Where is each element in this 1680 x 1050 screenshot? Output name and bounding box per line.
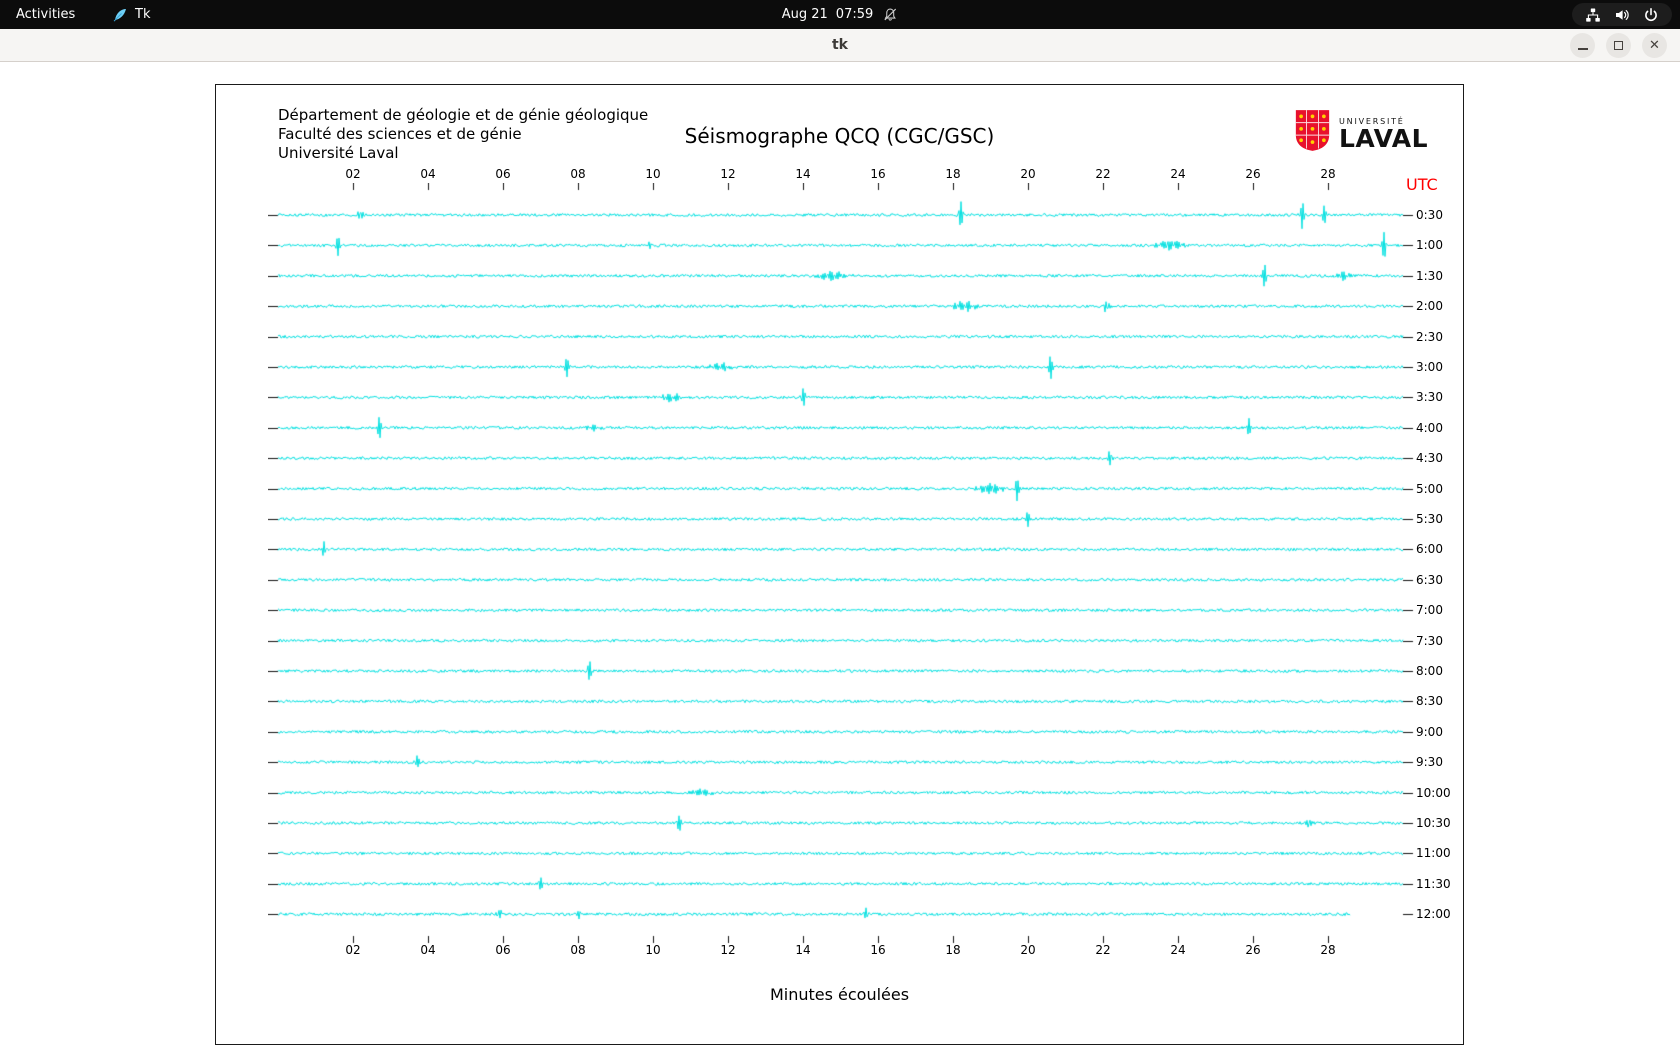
x-tick-label-bottom: 28 bbox=[1320, 943, 1336, 957]
maximize-icon bbox=[1614, 41, 1623, 50]
x-tick-label-bottom: 24 bbox=[1170, 943, 1186, 957]
power-icon bbox=[1643, 7, 1659, 23]
title-bar[interactable]: tk ✕ bbox=[0, 29, 1680, 62]
network-icon bbox=[1585, 7, 1601, 23]
org-line-1: Département de géologie et de génie géol… bbox=[278, 106, 649, 124]
clock-button[interactable]: Aug 21 07:59 bbox=[782, 7, 899, 23]
trace-time-label: 2:30 bbox=[1416, 329, 1443, 344]
x-axis-title: Minutes écoulées bbox=[769, 985, 910, 1004]
x-tick-label-top: 12 bbox=[720, 167, 736, 181]
x-tick-label-bottom: 20 bbox=[1020, 943, 1036, 957]
tk-app-indicator-label: Tk bbox=[135, 7, 151, 22]
trace-time-label: 1:00 bbox=[1416, 238, 1443, 253]
tk-feather-icon bbox=[112, 7, 128, 23]
clock-date: Aug 21 bbox=[781, 7, 828, 22]
maximize-button[interactable] bbox=[1606, 33, 1631, 58]
seismograph-canvas bbox=[268, 183, 1424, 955]
minimize-button[interactable] bbox=[1570, 33, 1595, 58]
trace-time-label: 11:00 bbox=[1416, 846, 1451, 861]
notifications-disabled-icon bbox=[882, 7, 898, 23]
x-tick-label-top: 06 bbox=[495, 167, 511, 181]
x-tick-label-top: 10 bbox=[645, 167, 661, 181]
x-tick-label-bottom: 06 bbox=[495, 943, 511, 957]
x-tick-label-bottom: 16 bbox=[870, 943, 886, 957]
trace-time-label: 8:30 bbox=[1416, 694, 1443, 709]
utc-row-labels: 0:30 1:00 1:30 2:00 2:30 3:00 3:30 4:00 4:30 5:00… bbox=[1416, 85, 1471, 1044]
trace-time-label: 3:30 bbox=[1416, 390, 1443, 405]
x-axis-bottom-labels: 02 04 06 08 10 12 14 16 18 20 22 24 26 28 bbox=[216, 943, 1463, 957]
seismograph-panel: Département de géologie et de génie géol… bbox=[215, 84, 1464, 1045]
screen: { "top_bar": { "activities_label": "Acti… bbox=[0, 0, 1680, 1050]
trace-time-label: 8:00 bbox=[1416, 664, 1443, 678]
trace-time-label: 12:00 bbox=[1416, 907, 1451, 922]
trace-time-label: 6:00 bbox=[1416, 542, 1443, 557]
universite-laval-logo: UNIVERSITÉ LAVAL bbox=[1294, 108, 1428, 157]
x-tick-label-bottom: 22 bbox=[1095, 943, 1111, 957]
trace-time-label: 9:00 bbox=[1416, 724, 1443, 739]
window-title: tk bbox=[831, 37, 848, 53]
x-tick-label-top: 26 bbox=[1245, 167, 1261, 181]
x-tick-label-top: 18 bbox=[945, 167, 961, 181]
x-tick-label-top: 22 bbox=[1095, 167, 1111, 181]
x-tick-label-bottom: 10 bbox=[645, 943, 661, 957]
x-tick-label-top: 16 bbox=[870, 167, 886, 181]
x-tick-label-top: 20 bbox=[1020, 167, 1036, 181]
x-tick-label-bottom: 26 bbox=[1245, 943, 1261, 957]
top-bar: Activities Tk Aug 21 07:59 bbox=[0, 0, 1680, 29]
x-tick-label-top: 28 bbox=[1320, 167, 1336, 181]
system-status-area[interactable] bbox=[1572, 3, 1672, 26]
x-tick-label-top: 02 bbox=[345, 167, 361, 181]
trace-time-label: 5:30 bbox=[1416, 512, 1443, 526]
x-tick-label-top: 24 bbox=[1170, 167, 1186, 181]
trace-time-label: 4:30 bbox=[1416, 451, 1443, 466]
trace-time-label: 10:30 bbox=[1416, 816, 1451, 830]
x-tick-label-top: 14 bbox=[795, 167, 811, 181]
x-tick-label-bottom: 12 bbox=[720, 943, 736, 957]
activities-button[interactable]: Activities bbox=[16, 7, 75, 22]
x-tick-label-top: 08 bbox=[570, 167, 586, 181]
trace-time-label: 7:00 bbox=[1416, 603, 1443, 618]
trace-time-label: 11:30 bbox=[1416, 876, 1451, 891]
trace-time-label: 10:00 bbox=[1416, 785, 1451, 800]
trace-time-label: 9:30 bbox=[1416, 755, 1443, 770]
close-button[interactable]: ✕ bbox=[1642, 33, 1667, 58]
x-tick-label-bottom: 14 bbox=[795, 943, 811, 957]
trace-time-label: 3:00 bbox=[1416, 360, 1443, 374]
clock-time: 07:59 bbox=[835, 7, 874, 22]
trace-time-label: 6:30 bbox=[1416, 572, 1443, 587]
x-tick-label-top: 04 bbox=[420, 167, 436, 181]
trace-time-label: 4:00 bbox=[1416, 420, 1443, 435]
trace-time-label: 5:00 bbox=[1416, 481, 1443, 496]
x-tick-label-bottom: 08 bbox=[570, 943, 586, 957]
x-tick-label-bottom: 18 bbox=[945, 943, 961, 957]
trace-time-label: 2:00 bbox=[1416, 299, 1443, 314]
trace-time-label: 0:30 bbox=[1416, 208, 1443, 222]
trace-time-label: 1:30 bbox=[1416, 268, 1443, 283]
x-tick-label-bottom: 04 bbox=[420, 943, 436, 957]
logo-laval-text: LAVAL bbox=[1339, 124, 1429, 153]
x-tick-label-bottom: 02 bbox=[345, 943, 361, 957]
close-icon: ✕ bbox=[1649, 38, 1660, 53]
tk-app-indicator[interactable]: Tk bbox=[112, 7, 150, 23]
x-axis-top-labels: 02 04 06 08 10 12 14 16 18 20 22 24 26 28 bbox=[216, 167, 1463, 181]
window-controls: ✕ bbox=[1570, 33, 1667, 58]
laval-shield-icon bbox=[1294, 108, 1331, 157]
minimize-icon bbox=[1577, 47, 1588, 50]
volume-icon bbox=[1614, 7, 1630, 23]
page-title: Séismographe QCQ (CGC/GSC) bbox=[684, 124, 995, 148]
trace-time-label: 7:30 bbox=[1416, 633, 1443, 648]
